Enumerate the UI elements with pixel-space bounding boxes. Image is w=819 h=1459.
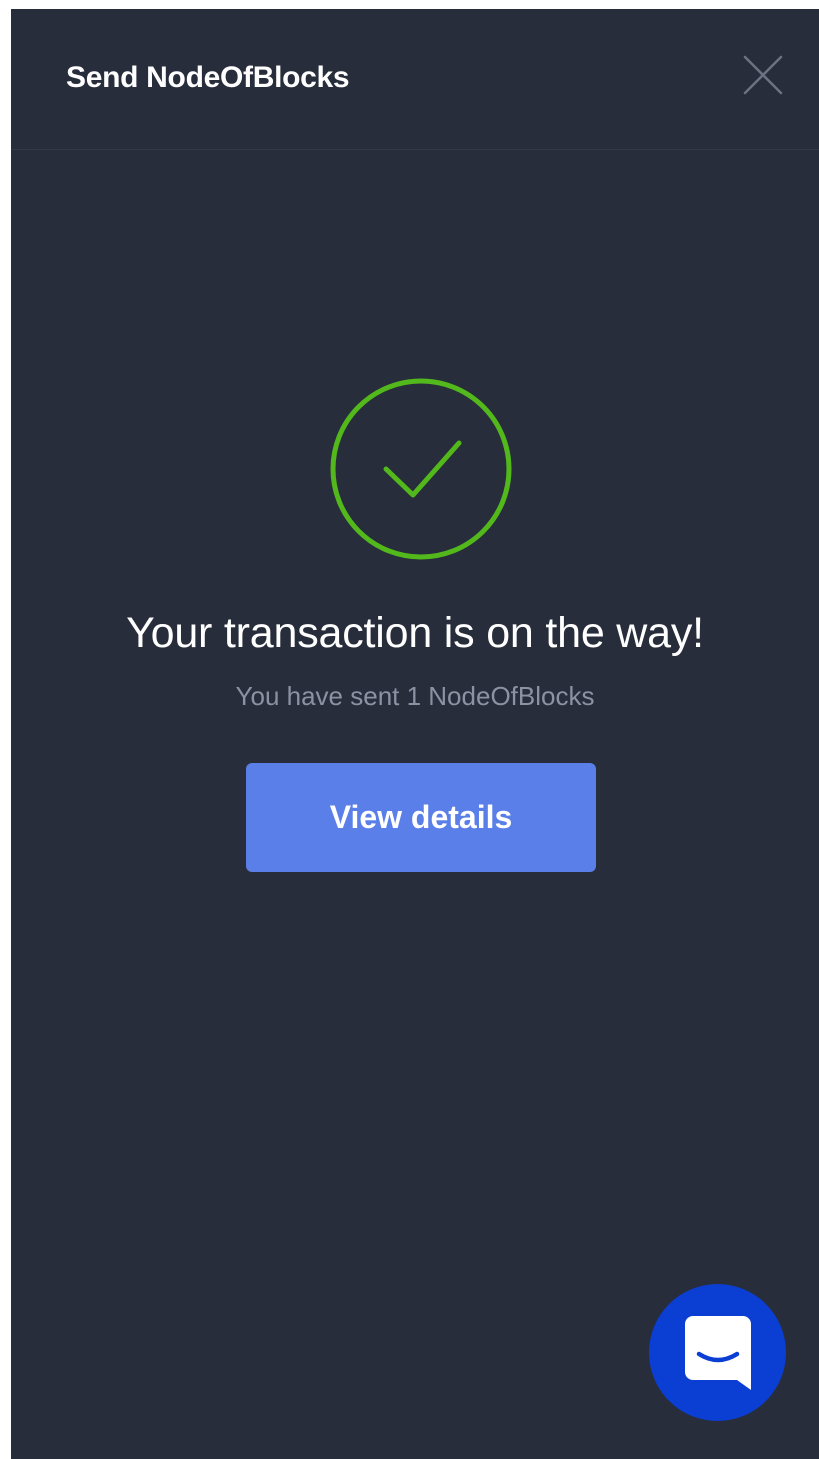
modal-title: Send NodeOfBlocks (66, 61, 350, 94)
chat-button[interactable] (649, 1284, 786, 1421)
close-button[interactable] (739, 51, 787, 99)
close-icon (743, 55, 783, 95)
status-subline: You have sent 1 NodeOfBlocks (235, 681, 595, 711)
modal-header: Send NodeOfBlocks (11, 9, 819, 150)
status-headline: Your transaction is on the way! (126, 609, 704, 657)
view-details-button[interactable]: View details (246, 763, 596, 872)
chat-icon (684, 1315, 751, 1390)
send-modal: Send NodeOfBlocks Your transaction is on… (11, 9, 819, 1459)
success-check-icon (329, 377, 513, 561)
